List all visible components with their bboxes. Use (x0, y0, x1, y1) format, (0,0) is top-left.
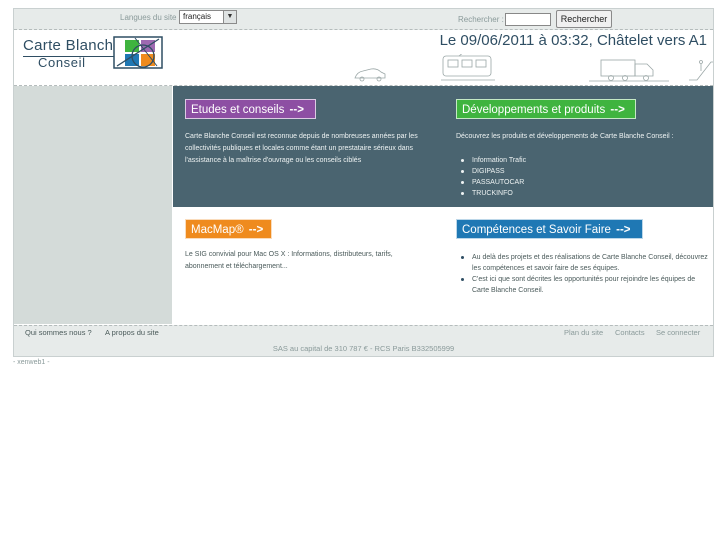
macmap-description: Le SIG convivial pour Mac OS X : Informa… (185, 251, 393, 270)
server-tag: - xenweb1 - (13, 359, 50, 366)
arrow-right-icon: --> (616, 224, 631, 236)
legal-notice: SAS au capital de 310 787 € - RCS Paris … (14, 341, 713, 356)
language-select[interactable]: français ▼ (179, 10, 237, 24)
developpements-produits-link[interactable]: Développements et produits --> (456, 99, 636, 119)
left-sidebar (14, 86, 172, 324)
arrow-right-icon: --> (289, 104, 304, 116)
products-band: Etudes et conseils --> Carte Blanche Con… (173, 86, 713, 207)
search-button[interactable]: Rechercher (556, 10, 612, 28)
language-select-arrow-icon[interactable]: ▼ (223, 11, 236, 23)
logo-mark-icon (113, 36, 163, 69)
arrow-right-icon: --> (610, 104, 625, 116)
competences-item: C'est ici que sont décrites les opportun… (456, 274, 711, 296)
product-digipass[interactable]: DIGIPASS (456, 166, 696, 177)
logo-text-top: Carte Blanche (23, 37, 122, 54)
product-list: Information Trafic DIGIPASS PASSAUTOCAR … (456, 155, 696, 199)
page-frame: Langues du site français ▼ Rechercher : … (13, 8, 714, 357)
product-truckinfo[interactable]: TRUCKINFO (456, 188, 696, 199)
arrow-right-icon: --> (248, 224, 264, 236)
competences-savoir-faire-link[interactable]: Compétences et Savoir Faire --> (456, 219, 643, 239)
transport-illustration (354, 54, 713, 82)
footer-link-qui-sommes-nous[interactable]: Qui sommes nous ? (25, 328, 92, 337)
footer-nav: Qui sommes nous ? A propos du site Plan … (14, 325, 713, 342)
etudes-conseils-link[interactable]: Etudes et conseils --> (185, 99, 316, 119)
footer-link-a-propos[interactable]: A propos du site (105, 328, 159, 337)
search-label: Rechercher : (458, 15, 504, 24)
car-icon (354, 68, 386, 82)
language-label: Langues du site (120, 13, 177, 22)
logo-text-bottom: Conseil (38, 55, 86, 70)
macmap-link[interactable]: MacMap® --> (185, 219, 272, 239)
truck-icon (589, 59, 669, 82)
footer-link-plan-du-site[interactable]: Plan du site (564, 328, 603, 337)
footer-link-contacts[interactable]: Contacts (615, 328, 645, 337)
competences-list: Au delà des projets et des réalisations … (456, 252, 711, 296)
date-traffic-line: Le 09/06/2011 à 03:32, Châtelet vers A1 (439, 32, 707, 49)
services-band: MacMap® --> Le SIG convivial pour Mac OS… (173, 207, 713, 324)
developpements-description: Découvrez les produits et développements… (456, 133, 674, 140)
product-passautocar[interactable]: PASSAUTOCAR (456, 177, 696, 188)
site-header: Carte Blanche Conseil Le 09/06/2011 à 03… (14, 30, 713, 86)
escalator-icon (689, 60, 713, 81)
competences-item: Au delà des projets et des réalisations … (456, 252, 711, 274)
search-input[interactable] (505, 13, 551, 26)
etudes-description: Carte Blanche Conseil est reconnue depui… (185, 133, 418, 164)
top-bar: Langues du site français ▼ Rechercher : … (14, 9, 713, 30)
tram-icon (441, 54, 495, 81)
product-information-trafic[interactable]: Information Trafic (456, 155, 696, 166)
footer-link-se-connecter[interactable]: Se connecter (656, 328, 700, 337)
language-select-value: français (183, 12, 212, 21)
